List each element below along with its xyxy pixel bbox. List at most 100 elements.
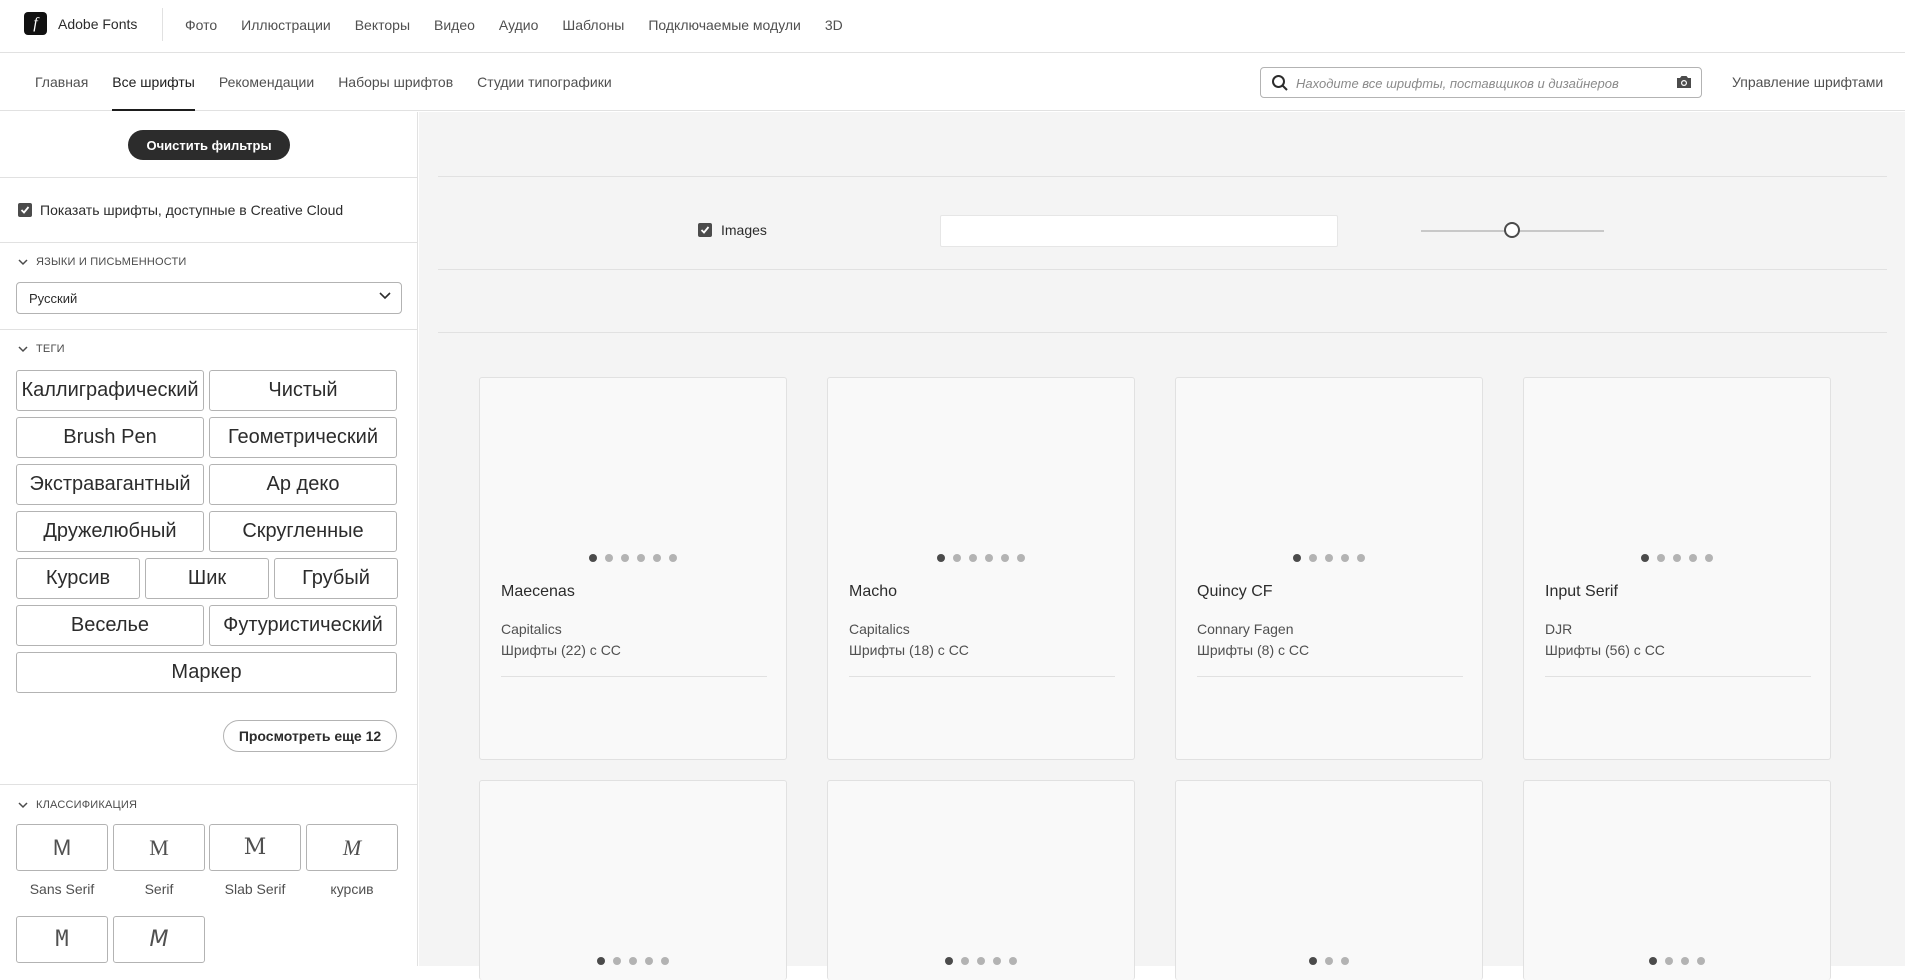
carousel-dot[interactable] [1309, 957, 1317, 965]
search-input[interactable]: Находите все шрифты, поставщиков и дизай… [1260, 67, 1702, 98]
tab-home[interactable]: Главная [35, 54, 88, 111]
foundry-name[interactable]: Capitalics [849, 621, 910, 637]
carousel-dot[interactable] [945, 957, 953, 965]
view-more-tags-button[interactable]: Просмотреть еще 12 [223, 720, 397, 752]
tag-clean[interactable]: Чистый [209, 370, 397, 411]
carousel-dot[interactable] [669, 554, 677, 562]
tags-section-header[interactable]: ТЕГИ [18, 343, 65, 355]
font-family-card[interactable]: Quincy CF Connary Fagen Шрифты (8) с CC [1175, 377, 1483, 760]
handwritten-glyph-icon[interactable]: M [113, 916, 205, 963]
slab-serif-glyph-icon[interactable]: M [209, 824, 301, 871]
carousel-dot[interactable] [1357, 554, 1365, 562]
sans-serif-glyph-icon[interactable]: M [16, 824, 108, 871]
tag-calligraphic[interactable]: Каллиграфический [16, 370, 204, 411]
carousel-dot[interactable] [1325, 554, 1333, 562]
carousel-dot[interactable] [613, 957, 621, 965]
classification-slab-serif[interactable]: M Slab Serif [209, 824, 301, 897]
foundry-name[interactable]: DJR [1545, 621, 1572, 637]
carousel-dot[interactable] [661, 957, 669, 965]
cc-fonts-checkbox[interactable]: Показать шрифты, доступные в Creative Cl… [18, 202, 343, 218]
carousel-dot[interactable] [637, 554, 645, 562]
classification-section-header[interactable]: КЛАССИФИКАЦИЯ [18, 799, 137, 811]
carousel-dot[interactable] [597, 957, 605, 965]
tag-friendly[interactable]: Дружелюбный [16, 511, 204, 552]
tab-foundries[interactable]: Студии типографики [477, 54, 611, 111]
classification-sans-serif[interactable]: M Sans Serif [16, 824, 108, 897]
carousel-dot[interactable] [1657, 554, 1665, 562]
checkbox-checked-icon[interactable] [18, 203, 32, 217]
carousel-dot[interactable] [621, 554, 629, 562]
language-select[interactable]: Русский [16, 282, 402, 314]
carousel-dot[interactable] [1341, 957, 1349, 965]
font-family-card[interactable]: Input Serif DJR Шрифты (56) с CC [1523, 377, 1831, 760]
font-family-card[interactable]: Macho Capitalics Шрифты (18) с CC [827, 377, 1135, 760]
font-family-card[interactable] [827, 780, 1135, 980]
topnav-item-3d[interactable]: 3D [825, 17, 843, 33]
carousel-dot[interactable] [1009, 957, 1017, 965]
font-name[interactable]: Maecenas [501, 583, 575, 601]
classification-handwritten[interactable]: M [113, 916, 205, 963]
monospace-glyph-icon[interactable]: M [16, 916, 108, 963]
carousel-dot[interactable] [605, 554, 613, 562]
carousel-dot[interactable] [1325, 957, 1333, 965]
carousel-dot[interactable] [1705, 554, 1713, 562]
carousel-dot[interactable] [985, 554, 993, 562]
topnav-item-plugins[interactable]: Подключаемые модули [648, 17, 801, 33]
tag-marker[interactable]: Маркер [16, 652, 397, 693]
adobe-fonts-logo-icon[interactable]: f [24, 12, 47, 35]
carousel-dot[interactable] [1341, 554, 1349, 562]
images-checkbox[interactable]: Images [698, 222, 767, 238]
carousel-dot[interactable] [653, 554, 661, 562]
tab-font-packs[interactable]: Наборы шрифтов [338, 54, 453, 111]
clear-filters-button[interactable]: Очистить фильтры [128, 130, 290, 160]
carousel-dot[interactable] [645, 957, 653, 965]
carousel-dot[interactable] [629, 957, 637, 965]
topnav-item-photo[interactable]: Фото [185, 17, 217, 33]
classification-serif[interactable]: M Serif [113, 824, 205, 897]
carousel-dot[interactable] [1681, 957, 1689, 965]
topnav-item-illustrations[interactable]: Иллюстрации [241, 17, 331, 33]
tag-futuristic[interactable]: Футуристический [209, 605, 397, 646]
tag-art-deco[interactable]: Ар деко [209, 464, 397, 505]
carousel-dot[interactable] [589, 554, 597, 562]
carousel-dot[interactable] [1689, 554, 1697, 562]
tag-chic[interactable]: Шик [145, 558, 269, 599]
carousel-dot[interactable] [969, 554, 977, 562]
topnav-item-vectors[interactable]: Векторы [355, 17, 410, 33]
serif-glyph-icon[interactable]: M [113, 824, 205, 871]
carousel-dot[interactable] [953, 554, 961, 562]
font-name[interactable]: Macho [849, 583, 897, 601]
font-family-card[interactable] [1175, 780, 1483, 980]
size-slider-handle[interactable] [1504, 222, 1520, 238]
carousel-dot[interactable] [1001, 554, 1009, 562]
classification-script[interactable]: M курсив [306, 824, 398, 897]
carousel-dot[interactable] [1665, 957, 1673, 965]
languages-section-header[interactable]: ЯЗЫКИ И ПИСЬМЕННОСТИ [18, 256, 187, 268]
tag-rough[interactable]: Грубый [274, 558, 398, 599]
carousel-dot[interactable] [993, 957, 1001, 965]
font-family-card[interactable] [479, 780, 787, 980]
app-title[interactable]: Adobe Fonts [58, 16, 137, 32]
foundry-name[interactable]: Connary Fagen [1197, 621, 1294, 637]
checkbox-checked-icon[interactable] [698, 223, 712, 237]
carousel-dot[interactable] [1649, 957, 1657, 965]
camera-icon[interactable] [1675, 74, 1693, 90]
topnav-item-audio[interactable]: Аудио [499, 17, 539, 33]
carousel-dot[interactable] [977, 957, 985, 965]
classification-monospace[interactable]: M [16, 916, 108, 963]
font-family-card[interactable]: Maecenas Capitalics Шрифты (22) с CC [479, 377, 787, 760]
font-name[interactable]: Input Serif [1545, 583, 1618, 601]
carousel-dot[interactable] [1697, 957, 1705, 965]
font-family-card[interactable] [1523, 780, 1831, 980]
font-name[interactable]: Quincy CF [1197, 583, 1273, 601]
carousel-dot[interactable] [937, 554, 945, 562]
script-glyph-icon[interactable]: M [306, 824, 398, 871]
topnav-item-video[interactable]: Видео [434, 17, 475, 33]
foundry-name[interactable]: Capitalics [501, 621, 562, 637]
tag-script[interactable]: Курсив [16, 558, 140, 599]
carousel-dot[interactable] [1017, 554, 1025, 562]
tag-extravagant[interactable]: Экстравагантный [16, 464, 204, 505]
carousel-dot[interactable] [1641, 554, 1649, 562]
tab-all-fonts[interactable]: Все шрифты [112, 54, 195, 111]
carousel-dot[interactable] [961, 957, 969, 965]
